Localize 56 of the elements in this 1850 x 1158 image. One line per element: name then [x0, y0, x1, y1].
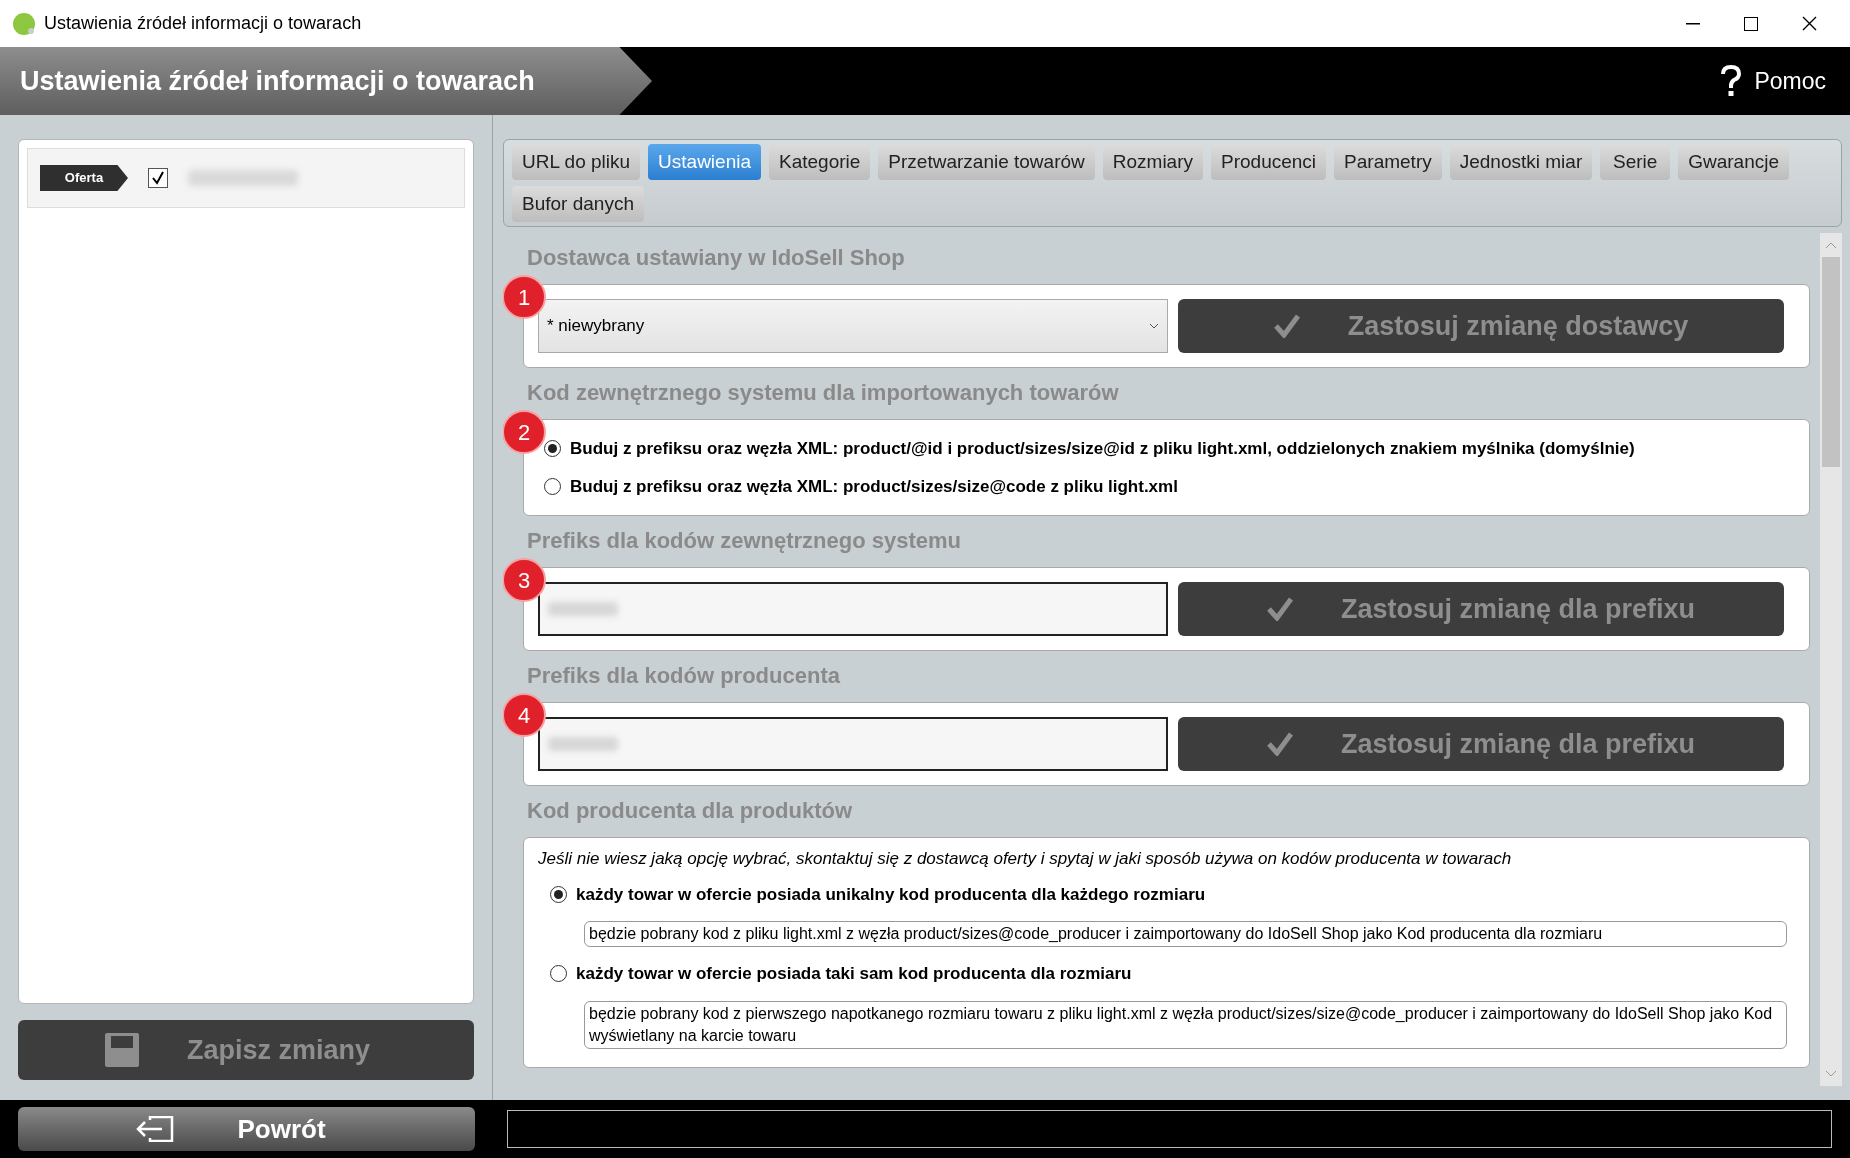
tab[interactable]: Rozmiary	[1102, 144, 1203, 180]
scroll-up-icon	[1825, 241, 1837, 249]
maximize-icon	[1744, 16, 1758, 31]
radio-button[interactable]	[544, 477, 561, 495]
source-tag: Oferta	[40, 165, 128, 191]
section-heading: Kod zewnętrznego systemu dla importowanych towarów	[527, 379, 1120, 407]
prefix-input-field[interactable]	[538, 582, 1168, 636]
source-checkbox[interactable]	[148, 168, 168, 188]
section-heading: Dostawca ustawiany w IdoSell Shop	[527, 244, 906, 272]
section-heading: Kod producenta dla produktów	[527, 797, 854, 825]
section-heading: Prefiks dla kodów producenta	[527, 662, 841, 690]
blurred-text	[548, 737, 618, 751]
tab[interactable]: Kategorie	[769, 144, 871, 180]
tab[interactable]: Serie	[1600, 144, 1671, 180]
header-title: Ustawienia źródeł informacji o towarach	[20, 64, 535, 98]
app-logo-icon	[12, 11, 36, 36]
radio-label: każdy towar w ofercie posiada unikalny kod producenta dla każdego rozmiaru	[576, 883, 1206, 906]
help-button[interactable]: Pomoc	[1708, 55, 1838, 107]
tab[interactable]: Jednostki miar	[1449, 144, 1593, 180]
scroll-down-icon	[1825, 1070, 1837, 1078]
tab[interactable]: Przetwarzanie towarów	[878, 144, 1095, 180]
radio-label: Buduj z prefiksu oraz węzła XML: product/sizes/size@code z pliku light.xml	[570, 475, 1178, 498]
blurred-text	[548, 602, 618, 616]
question-mark-icon	[1720, 65, 1743, 97]
tab[interactable]: Producenci	[1211, 144, 1327, 180]
supplier-dropdown[interactable]: * niewybrany	[538, 299, 1168, 353]
hint-text: Jeśli nie wiesz jaką opcję wybrać, skontaktuj się z dostawcą oferty i spytaj w jaki sposób używa on kodów producenta w towarach	[538, 848, 1513, 870]
radio-label: każdy towar w ofercie posiada taki sam kod producenta dla rozmiaru	[576, 963, 1132, 985]
tab[interactable]: Parametry	[1334, 144, 1442, 180]
exit-arrow-icon	[135, 1116, 174, 1142]
checkmark-icon	[1266, 597, 1293, 621]
step-number-badge: 1	[503, 275, 546, 319]
checkmark-icon	[151, 171, 165, 185]
minimize-icon	[1686, 22, 1700, 25]
radio-label: Buduj z prefiksu oraz węzła XML: product/@id i product/sizes/size@id z pliku light.xml, oddzielonych znakiem myślnika (domyślnie)	[570, 438, 1635, 460]
step-number-badge: 3	[503, 558, 546, 602]
window-title: Ustawienia źródeł informacji o towarach	[44, 12, 362, 35]
tab[interactable]: Gwarancje	[1678, 144, 1790, 180]
description-field: będzie pobrany kod z pierwszego napotkanego rozmiaru towaru z pliku light.xml z węzła product/sizes/size@code_producer i zaimportowany do IdoSell Shop jako Kod wyświetlany na karcie towaru	[584, 1000, 1787, 1049]
close-icon	[1801, 16, 1817, 31]
radio-button[interactable]	[550, 965, 567, 983]
step-number-badge: 2	[503, 410, 546, 454]
tab[interactable]: URL do pliku	[512, 144, 641, 180]
checkmark-icon	[1273, 314, 1300, 338]
back-button[interactable]: Powrót	[18, 1107, 475, 1151]
radio-button[interactable]	[544, 440, 561, 458]
step-number-badge: 4	[503, 693, 546, 737]
tab[interactable]: Bufor danych	[512, 186, 644, 222]
checkmark-icon	[1266, 732, 1293, 756]
scrollbar[interactable]	[1820, 233, 1842, 1086]
radio-button[interactable]	[550, 885, 567, 903]
scrollbar-thumb[interactable]	[1822, 257, 1840, 467]
prefix-input-field[interactable]	[538, 717, 1168, 771]
chevron-down-icon	[1149, 323, 1159, 329]
section-heading: Prefiks dla kodów zewnętrznego systemu	[527, 527, 962, 555]
description-field: będzie pobrany kod z pliku light.xml z węzła product/sizes@code_producer i zaimportowany do IdoSell Shop jako Kod producenta dla rozmiaru	[584, 921, 1787, 947]
